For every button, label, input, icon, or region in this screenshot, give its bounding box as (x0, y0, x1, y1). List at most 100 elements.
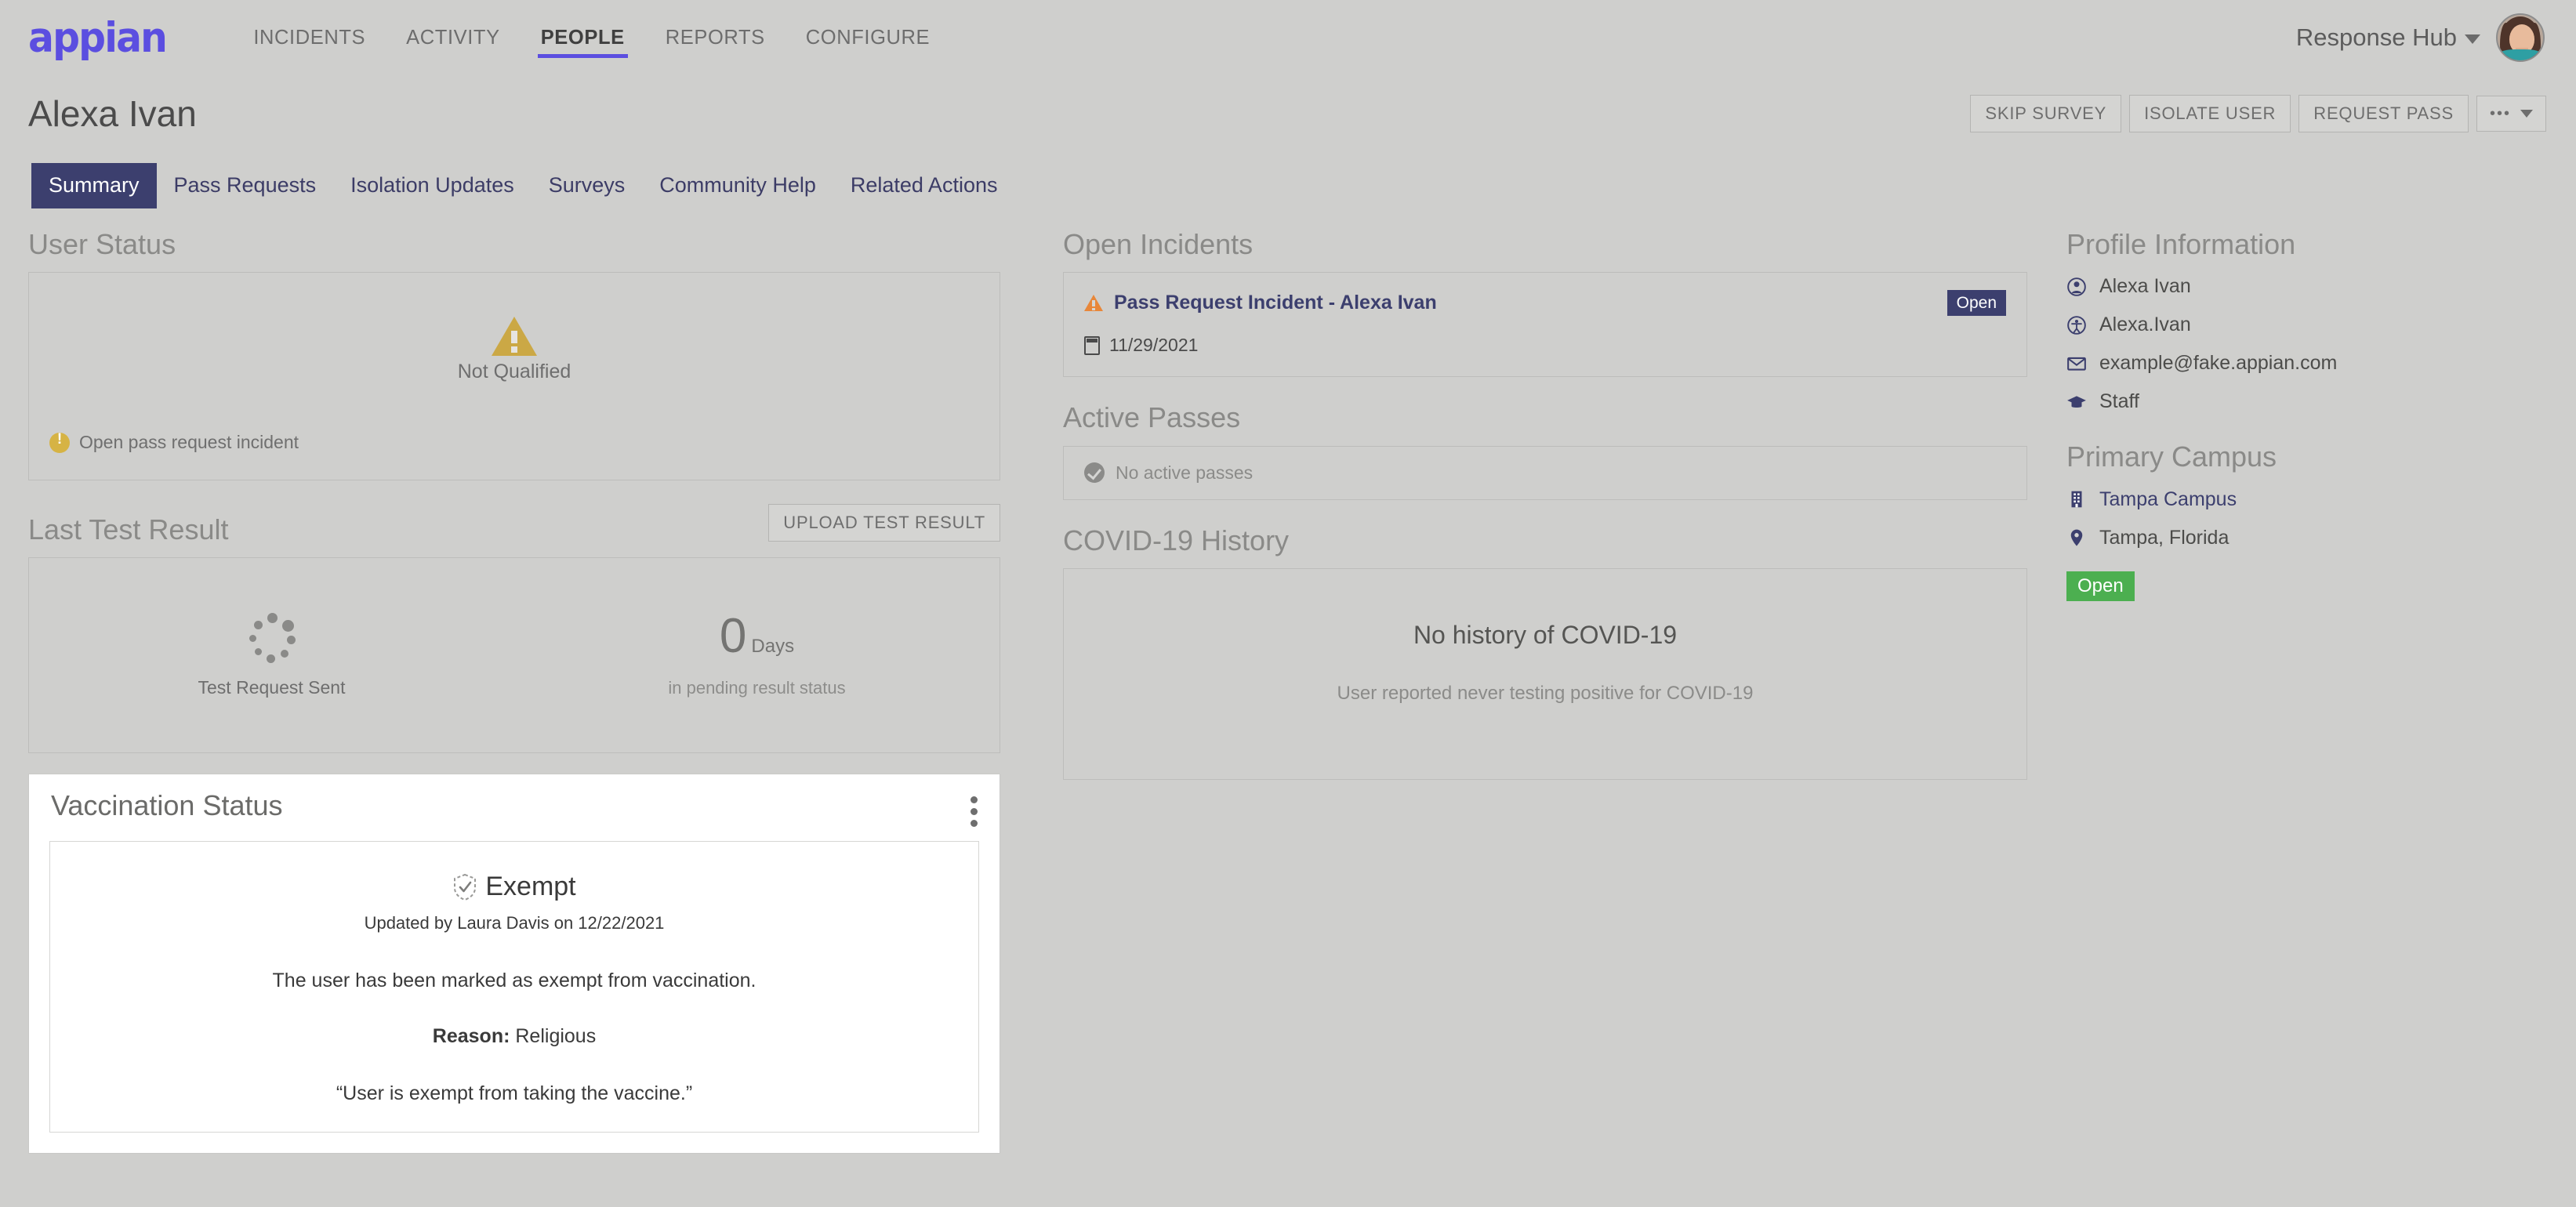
tab-bar: Summary Pass Requests Isolation Updates … (0, 163, 2576, 208)
profile-row-email: example@fake.appian.com (2066, 352, 2552, 375)
last-test-result-panel: Test Request Sent 0 Days in pending resul… (28, 557, 1000, 754)
appian-logo[interactable]: appian (28, 17, 168, 59)
top-navigation-bar: appian INCIDENTS ACTIVITY PEOPLE REPORTS… (0, 0, 2576, 75)
vaccination-status-card: Vaccination Status Exempt Updated by Lau… (28, 774, 1000, 1154)
vaccination-card-header: Vaccination Status (29, 774, 1000, 841)
upload-test-result-button[interactable]: UPLOAD TEST RESULT (768, 504, 1000, 542)
id-badge-icon (2067, 315, 2086, 335)
profile-information-heading: Profile Information (2066, 227, 2296, 260)
avatar-shoulders (2499, 49, 2542, 60)
nav-item-activity[interactable]: ACTIVITY (386, 0, 521, 75)
page-header: Alexa Ivan SKIP SURVEY ISOLATE USER REQU… (0, 83, 2576, 144)
isolate-user-button[interactable]: ISOLATE USER (2129, 95, 2291, 132)
last-test-result-heading: Last Test Result (28, 513, 229, 546)
skip-survey-button[interactable]: SKIP SURVEY (1970, 95, 2122, 132)
tab-related-actions[interactable]: Related Actions (833, 163, 1015, 208)
pending-days-unit: Days (751, 636, 795, 658)
tab-community-help[interactable]: Community Help (642, 163, 833, 208)
shield-check-icon (454, 873, 477, 901)
check-circle-icon (1084, 462, 1105, 484)
tab-isolation-updates[interactable]: Isolation Updates (333, 163, 532, 208)
active-passes-panel: No active passes (1063, 445, 2027, 500)
tab-summary[interactable]: Summary (31, 163, 157, 208)
vaccination-status-heading: Vaccination Status (51, 789, 283, 822)
incident-date-row: 11/29/2021 (1084, 335, 2006, 356)
nav-item-people[interactable]: PEOPLE (521, 0, 645, 75)
incident-name-link[interactable]: Pass Request Incident - Alexa Ivan (1114, 292, 1437, 314)
graduation-cap-icon (2067, 396, 2086, 408)
vaccination-reason-label: Reason: (432, 1025, 510, 1048)
left-column: User Status Not Qualified Open pass requ… (28, 229, 1000, 1154)
vaccination-status-row: Exempt (69, 872, 960, 902)
warning-triangle-icon (492, 317, 537, 357)
main-content: User Status Not Qualified Open pass requ… (0, 208, 2576, 1154)
campus-location-text: Tampa, Florida (2099, 526, 2230, 549)
incident-date-text: 11/29/2021 (1109, 335, 1199, 356)
user-status-summary: Not Qualified (29, 317, 1000, 383)
test-state-label: Test Request Sent (198, 676, 346, 698)
profile-name-value: Alexa Ivan (2099, 275, 2191, 298)
user-status-note-text: Open pass request incident (79, 432, 299, 453)
nav-item-configure[interactable]: CONFIGURE (785, 0, 950, 75)
vaccination-reason-value: Religious (515, 1025, 597, 1048)
covid-history-subtext: User reported never testing positive for… (1337, 683, 1754, 705)
vaccination-description: The user has been marked as exempt from … (272, 970, 756, 992)
covid-history-headline: No history of COVID-19 (1413, 621, 1678, 650)
profile-row-username: Alexa.Ivan (2066, 314, 2552, 336)
circle-exclamation-icon (49, 431, 70, 453)
user-status-label: Not Qualified (457, 361, 571, 383)
profile-username-value: Alexa.Ivan (2099, 314, 2191, 336)
building-icon (2071, 491, 2082, 508)
active-passes-empty-text: No active passes (1116, 462, 1254, 483)
spinner-icon (247, 612, 297, 663)
tab-pass-requests[interactable]: Pass Requests (157, 163, 334, 208)
vaccination-quote: “User is exempt from taking the vaccine.… (336, 1082, 693, 1105)
pending-days-value-row: 0 Days (514, 612, 1000, 661)
envelope-icon (2067, 357, 2086, 371)
nav-item-incidents[interactable]: INCIDENTS (233, 0, 386, 75)
request-pass-button[interactable]: REQUEST PASS (2298, 95, 2469, 132)
user-status-panel: Not Qualified Open pass request incident (28, 272, 1000, 481)
campus-name-link[interactable]: Tampa Campus (2099, 488, 2237, 511)
primary-nav: INCIDENTS ACTIVITY PEOPLE REPORTS CONFIG… (233, 0, 950, 75)
chevron-down-icon (2465, 34, 2480, 44)
campus-row-location: Tampa, Florida (2066, 527, 2552, 549)
vaccination-status-value: Exempt (485, 872, 576, 902)
calendar-icon (1084, 335, 1100, 355)
incident-row[interactable]: Pass Request Incident - Alexa Ivan Open (1084, 290, 2006, 317)
profile-email-value: example@fake.appian.com (2099, 352, 2338, 375)
map-pin-icon (2070, 529, 2083, 546)
pending-days-block: 0 Days in pending result status (514, 612, 1000, 698)
profile-role-value: Staff (2099, 390, 2139, 413)
pending-days-subtext: in pending result status (668, 678, 846, 698)
nav-right-group: Response Hub (2296, 13, 2545, 62)
tab-surveys[interactable]: Surveys (532, 163, 643, 208)
campus-row-name[interactable]: Tampa Campus (2066, 488, 2552, 511)
middle-column: Open Incidents Pass Request Incident - A… (1063, 229, 2027, 781)
vaccination-reason: Reason: Religious (69, 1025, 960, 1048)
more-actions-button[interactable]: ••• (2476, 96, 2546, 132)
test-state-block: Test Request Sent (29, 612, 514, 698)
page-action-buttons: SKIP SURVEY ISOLATE USER REQUEST PASS ••… (1970, 95, 2546, 132)
site-name-label: Response Hub (2295, 24, 2457, 51)
active-passes-heading: Active Passes (1063, 401, 1241, 434)
site-switcher[interactable]: Response Hub (2296, 24, 2480, 52)
covid-history-panel: No history of COVID-19 User reported nev… (1063, 568, 2027, 781)
page-title: Alexa Ivan (28, 93, 197, 134)
covid-history-heading: COVID-19 History (1063, 524, 1290, 556)
chevron-down-icon (2520, 110, 2533, 118)
open-incidents-heading: Open Incidents (1063, 227, 1254, 260)
right-column: Profile Information Alexa Ivan Alexa.Iva… (2066, 229, 2552, 602)
nav-item-reports[interactable]: REPORTS (645, 0, 785, 75)
warning-triangle-icon (1084, 295, 1103, 312)
avatar[interactable] (2496, 13, 2545, 62)
user-status-heading: User Status (28, 227, 176, 260)
user-status-note: Open pass request incident (49, 431, 299, 453)
open-incidents-panel: Pass Request Incident - Alexa Ivan Open … (1063, 272, 2027, 378)
profile-row-name: Alexa Ivan (2066, 275, 2552, 298)
campus-status-badge: Open (2066, 571, 2135, 602)
vaccination-card-body: Exempt Updated by Laura Davis on 12/22/2… (49, 841, 979, 1133)
vaccination-updated-text: Updated by Laura Davis on 12/22/2021 (364, 913, 665, 933)
kebab-menu-icon[interactable] (970, 792, 978, 828)
user-icon (2067, 277, 2086, 296)
